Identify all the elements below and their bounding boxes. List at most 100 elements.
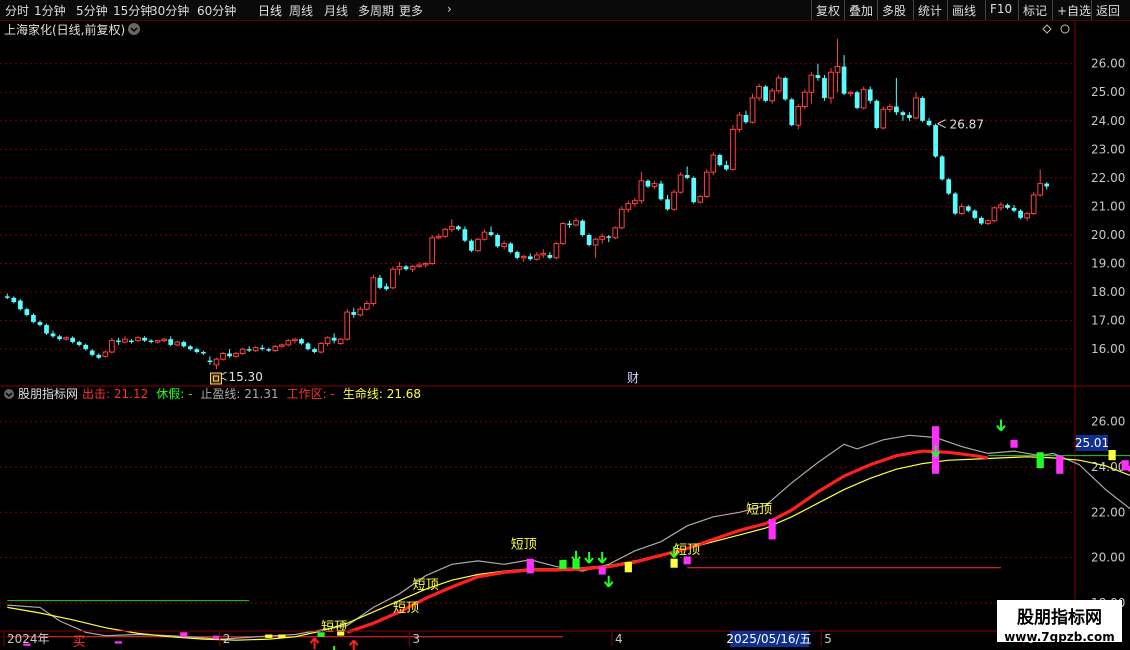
toolbar: 分时 1分钟 5分钟 15分钟 30分钟 60分钟 日线 周线 月线 多周期 更多 › 复权 叠加 多股 统计…	[0, 0, 1130, 21]
price-tick-label: 26.00	[1091, 57, 1125, 71]
toolbar-divider	[1052, 0, 1053, 20]
date-cursor-label: 2025/05/16/五	[726, 632, 811, 646]
candle-body-down	[1018, 210, 1023, 218]
more-chevron-icon[interactable]: ›	[447, 2, 452, 16]
candle-body-down	[259, 347, 265, 350]
candle-body-up	[710, 154, 717, 173]
period-tab-1[interactable]: 1分钟	[34, 2, 66, 19]
candle-body-down	[194, 349, 200, 353]
candle-body-up	[677, 174, 684, 193]
candle-body-down	[684, 175, 690, 178]
candle-body-down	[724, 165, 729, 170]
series-line-stop	[7, 434, 1130, 640]
candle-body-down	[116, 340, 121, 343]
candle-body-up	[625, 203, 632, 210]
candle-body-down	[495, 234, 500, 247]
candle-body-down	[894, 106, 899, 113]
toolbar-action-0[interactable]: 复权	[816, 2, 840, 19]
period-tab-6[interactable]: 日线	[258, 2, 282, 19]
candle-body-up	[475, 238, 481, 252]
candle-body-down	[24, 309, 30, 315]
candle-body-down	[96, 354, 102, 358]
title-dropdown-icon[interactable]	[128, 23, 140, 35]
toolbar-action-5[interactable]: F10	[990, 2, 1012, 16]
candle-body-down	[148, 340, 154, 343]
top-label: 短顶	[413, 578, 439, 593]
candle-body-down	[933, 125, 938, 157]
diamond-icon[interactable]	[1042, 24, 1052, 34]
candle-body-down	[658, 183, 664, 200]
price-tick-label: 16.00	[1091, 342, 1125, 356]
candle-body-up	[730, 128, 736, 170]
candle-body-down	[1044, 183, 1050, 187]
candle-body-up	[337, 338, 344, 344]
buy-arrow-icon	[348, 639, 359, 650]
sell-arrow-icon	[996, 419, 1006, 432]
toolbar-divider	[811, 0, 812, 20]
candle-body-up	[109, 340, 115, 353]
signal-block	[212, 635, 221, 640]
candle-body-up	[553, 243, 560, 259]
candle-body-down	[17, 300, 23, 310]
event-marker-icon[interactable]	[209, 372, 222, 385]
price-tick-label: 19.00	[1091, 257, 1125, 271]
toolbar-action-7[interactable]: +自选	[1057, 2, 1091, 19]
candle-body-up	[1030, 194, 1037, 215]
period-tab-5[interactable]: 60分钟	[197, 2, 236, 19]
stock-chart[interactable]: 16.00 17.00 18.00 19.00 20.00 21.00 22.00 23.00…	[0, 0, 1130, 650]
candle-body-up	[396, 265, 403, 270]
toolbar-divider	[985, 0, 986, 20]
candle-body-up	[540, 253, 547, 256]
signal-block	[114, 641, 123, 644]
toolbar-action-3[interactable]: 统计	[918, 2, 942, 19]
period-tab-2[interactable]: 5分钟	[76, 2, 108, 19]
period-tab-0[interactable]: 分时	[5, 2, 29, 19]
toolbar-action-1[interactable]: 叠加	[849, 2, 873, 19]
period-tab-7[interactable]: 周线	[289, 2, 313, 19]
candle-body-up	[324, 337, 331, 344]
toolbar-action-6[interactable]: 标记	[1023, 2, 1047, 19]
candle-body-down	[691, 177, 697, 203]
candle-body-down	[645, 180, 651, 187]
candle-body-down	[168, 339, 174, 345]
toolbar-action-2[interactable]: 多股	[882, 2, 906, 19]
candle-body-up	[573, 220, 579, 226]
candle-body-up	[520, 255, 527, 259]
candle-body-down	[331, 337, 337, 341]
buy-arrow-icon	[309, 637, 320, 650]
period-tab-4[interactable]: 30分钟	[150, 2, 189, 19]
candle-body-up	[886, 106, 893, 110]
x-axis-label: 5	[824, 632, 832, 646]
candle-body-down	[789, 99, 795, 126]
indicator-menu-icon[interactable]	[4, 389, 14, 399]
signal-block	[559, 559, 567, 569]
candle-body-up	[363, 302, 370, 310]
legend-item: 休假: -	[156, 387, 192, 401]
indicator-name: 股朋指标网	[18, 386, 78, 401]
current-value-label: 25.01	[1075, 436, 1109, 450]
price-tick-label: 21.00	[1091, 199, 1125, 213]
candle-body-down	[606, 236, 612, 238]
x-axis-label: 2024年	[7, 632, 50, 646]
candle-body-up	[828, 71, 834, 99]
top-label: 短顶	[393, 601, 419, 616]
candle-body-up	[913, 97, 919, 119]
candle-body-down	[939, 156, 945, 180]
toolbar-divider	[844, 0, 845, 20]
period-tab-9[interactable]: 多周期	[358, 2, 394, 19]
candle-body-up	[834, 66, 841, 73]
candle-body-up	[736, 114, 743, 130]
circle-icon[interactable]	[1060, 24, 1070, 34]
candle-body-down	[403, 266, 409, 270]
period-tab-10[interactable]: 更多	[399, 2, 423, 19]
candle-body-down	[1011, 207, 1017, 211]
toolbar-action-4[interactable]: 画线	[952, 2, 976, 19]
candle-body-up	[618, 208, 625, 229]
candle-body-up	[102, 351, 109, 357]
period-tab-8[interactable]: 月线	[324, 2, 348, 19]
price-tick-label: 24.00	[1091, 114, 1125, 128]
indicator-tick-label: 20.00	[1091, 551, 1125, 565]
period-tab-3[interactable]: 15分钟	[113, 2, 152, 19]
toolbar-action-8[interactable]: 返回	[1096, 2, 1120, 19]
candle-body-up	[154, 340, 161, 343]
